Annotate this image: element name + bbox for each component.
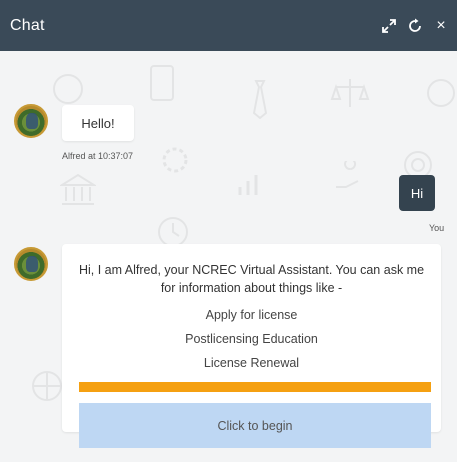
bot-greeting-meta: Alfred at 10:37:07 [62, 151, 134, 161]
bot-intro-text: Hi, I am Alfred, your NCREC Virtual Assi… [78, 263, 425, 295]
coin-icon [53, 74, 83, 104]
phone-icon [150, 65, 174, 101]
option-postlicensing-education[interactable]: Postlicensing Education [62, 332, 441, 346]
header-actions: × [381, 17, 449, 34]
expand-icon[interactable] [381, 18, 397, 34]
option-apply-for-license[interactable]: Apply for license [62, 308, 441, 322]
bot-greeting-bubble: Hello! [62, 105, 134, 141]
gear-icon [162, 147, 188, 173]
accent-bar [79, 382, 431, 392]
scale-icon [330, 79, 370, 107]
chart-icon [427, 79, 455, 107]
close-icon[interactable]: × [433, 17, 449, 34]
bank-icon [60, 173, 96, 205]
bot-avatar [14, 247, 48, 281]
user-reply-text: Hi [410, 185, 424, 201]
click-to-begin-button[interactable]: Click to begin [79, 403, 431, 448]
option-license-renewal[interactable]: License Renewal [62, 356, 441, 370]
chat-title: Chat [10, 16, 45, 34]
tie-icon [252, 80, 268, 119]
hand-icon [336, 161, 359, 188]
globe-icon [32, 371, 62, 401]
bot-avatar [14, 104, 48, 138]
bot-intro-bubble: Hi, I am Alfred, your NCREC Virtual Assi… [62, 244, 441, 448]
chat-body: Hello! Alfred at 10:37:07 Hi You Hi, I a… [0, 51, 457, 462]
bot-greeting-text: Hello! [81, 115, 115, 131]
chat-header: Chat × [0, 0, 457, 51]
refresh-icon[interactable] [407, 18, 423, 34]
user-reply-bubble: Hi [399, 175, 435, 211]
bars-icon [238, 175, 258, 195]
user-reply-meta: You [429, 223, 445, 233]
